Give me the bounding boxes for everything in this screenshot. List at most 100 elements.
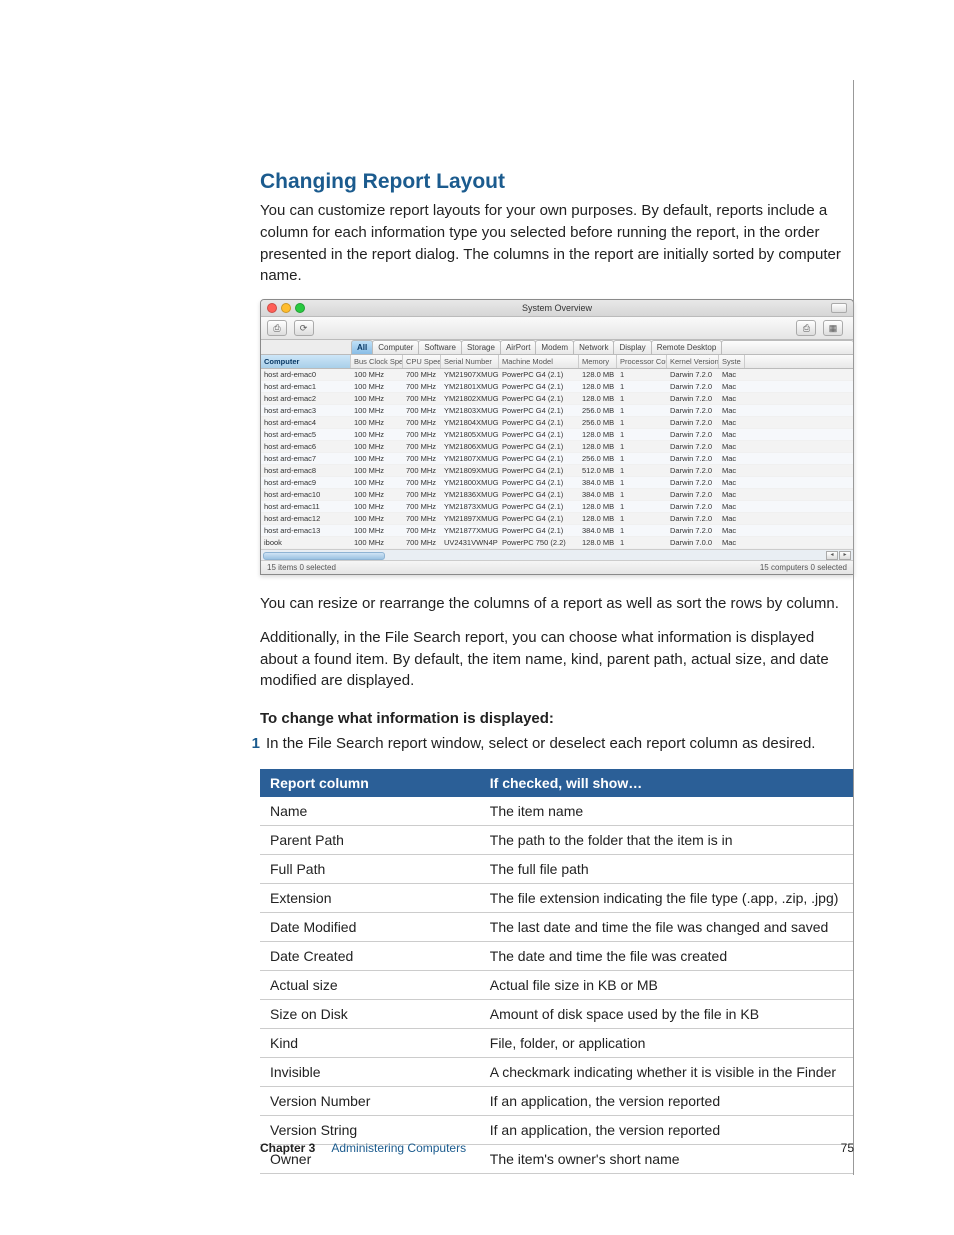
table-row[interactable]: host ard-emac9100 MHz700 MHzYM21800XMUGP… (261, 477, 853, 489)
tab-all[interactable]: All (351, 340, 373, 354)
tab-modem[interactable]: Modem (535, 340, 574, 354)
table-cell: PowerPC 750 (2.2) (499, 537, 579, 548)
table-cell: 128.0 MB (579, 441, 617, 452)
table-cell: 700 MHz (403, 405, 441, 416)
table-cell: host ard-emac8 (261, 465, 351, 476)
defs-col-desc: A checkmark indicating whether it is vis… (480, 1057, 854, 1086)
table-cell: PowerPC G4 (2.1) (499, 453, 579, 464)
column-processor-count[interactable]: Processor Count (617, 355, 667, 368)
table-cell: Mac (719, 393, 745, 404)
table-row[interactable]: host ard-emac4100 MHz700 MHzYM21804XMUGP… (261, 417, 853, 429)
table-cell: 128.0 MB (579, 429, 617, 440)
table-cell: Mac (719, 405, 745, 416)
table-row[interactable]: host ard-emac6100 MHz700 MHzYM21806XMUGP… (261, 441, 853, 453)
table-cell: YM21805XMUG (441, 429, 499, 440)
table-cell: 384.0 MB (579, 525, 617, 536)
column-bus-clock-speed[interactable]: Bus Clock Speed (351, 355, 403, 368)
column-cpu-speed[interactable]: CPU Speed (403, 355, 441, 368)
table-cell: 100 MHz (351, 429, 403, 440)
tab-display[interactable]: Display (613, 340, 651, 354)
table-cell: Mac (719, 477, 745, 488)
table-row[interactable]: host ard-emac2100 MHz700 MHzYM21802XMUGP… (261, 393, 853, 405)
action-button[interactable]: ▦ (823, 320, 843, 336)
table-row[interactable]: host ard-emac13100 MHz700 MHzYM21877XMUG… (261, 525, 853, 537)
table-cell: YM21804XMUG (441, 417, 499, 428)
refresh-button[interactable]: ⟳ (294, 320, 314, 336)
table-row[interactable]: host ard-emac3100 MHz700 MHzYM21803XMUGP… (261, 405, 853, 417)
table-cell: 700 MHz (403, 525, 441, 536)
tab-computer[interactable]: Computer (372, 340, 419, 354)
status-right: 15 computers 0 selected (760, 563, 847, 572)
defs-col-desc: If an application, the version reported (480, 1086, 854, 1115)
defs-col-desc: Amount of disk space used by the file in… (480, 999, 854, 1028)
table-cell: PowerPC G4 (2.1) (499, 513, 579, 524)
table-cell: 700 MHz (403, 465, 441, 476)
table-row[interactable]: host ard-emac11100 MHz700 MHzYM21873XMUG… (261, 501, 853, 513)
print-button[interactable]: ⎙ (796, 320, 816, 336)
table-cell: YM21907XMUG (441, 369, 499, 380)
column-machine-model[interactable]: Machine Model (499, 355, 579, 368)
collapse-button[interactable] (831, 303, 847, 313)
scroll-right-icon[interactable]: ▸ (839, 551, 851, 560)
table-cell: Mac (719, 537, 745, 548)
table-cell: Mac (719, 489, 745, 500)
table-cell: host ard-emac3 (261, 405, 351, 416)
resize-paragraph: You can resize or rearrange the columns … (260, 593, 854, 615)
table-cell: YM21873XMUG (441, 501, 499, 512)
document-page: Changing Report Layout You can customize… (0, 0, 954, 1235)
table-cell: PowerPC G4 (2.1) (499, 441, 579, 452)
table-cell: Mac (719, 501, 745, 512)
tab-storage[interactable]: Storage (461, 340, 501, 354)
header-if-checked: If checked, will show… (480, 769, 854, 797)
table-cell: YM21803XMUG (441, 405, 499, 416)
column-kernel-version[interactable]: Kernel Version (667, 355, 719, 368)
table-cell: 1 (617, 441, 667, 452)
zoom-icon[interactable] (295, 303, 305, 313)
table-row[interactable]: host ard-emac7100 MHz700 MHzYM21807XMUGP… (261, 453, 853, 465)
table-cell: PowerPC G4 (2.1) (499, 393, 579, 404)
table-row: Full PathThe full file path (260, 854, 854, 883)
tab-network[interactable]: Network (573, 340, 614, 354)
filesearch-paragraph: Additionally, in the File Search report,… (260, 627, 854, 692)
scroll-left-icon[interactable]: ◂ (826, 551, 838, 560)
table-row[interactable]: host ard-emac12100 MHz700 MHzYM21897XMUG… (261, 513, 853, 525)
procedure-heading: To change what information is displayed: (260, 710, 854, 727)
table-row[interactable]: host ard-emac8100 MHz700 MHzYM21809XMUGP… (261, 465, 853, 477)
table-cell: 384.0 MB (579, 477, 617, 488)
table-cell: 1 (617, 537, 667, 548)
page-number: 75 (841, 1141, 854, 1155)
tab-remote-desktop[interactable]: Remote Desktop (651, 340, 723, 354)
table-cell: YM21836XMUG (441, 489, 499, 500)
column-system[interactable]: Syste (719, 355, 745, 368)
chapter-name: Administering Computers (331, 1141, 466, 1155)
column-serial-number[interactable]: Serial Number (441, 355, 499, 368)
column-computer[interactable]: Computer (261, 355, 351, 368)
report-column-table: Report column If checked, will show… Nam… (260, 769, 854, 1174)
table-cell: 1 (617, 453, 667, 464)
tab-airport[interactable]: AirPort (500, 340, 536, 354)
table-cell: YM21877XMUG (441, 525, 499, 536)
intro-paragraph: You can customize report layouts for you… (260, 200, 854, 287)
table-cell: PowerPC G4 (2.1) (499, 465, 579, 476)
table-cell: Darwin 7.2.0 (667, 441, 719, 452)
table-cell: PowerPC G4 (2.1) (499, 501, 579, 512)
table-row[interactable]: host ard-emac1100 MHz700 MHzYM21801XMUGP… (261, 381, 853, 393)
table-row[interactable]: host ard-emac5100 MHz700 MHzYM21805XMUGP… (261, 429, 853, 441)
defs-col-name: Parent Path (260, 825, 480, 854)
close-icon[interactable] (267, 303, 277, 313)
scrollbar-thumb[interactable] (263, 552, 385, 560)
minimize-icon[interactable] (281, 303, 291, 313)
table-cell: 100 MHz (351, 369, 403, 380)
table-cell: 1 (617, 489, 667, 500)
table-cell: PowerPC G4 (2.1) (499, 477, 579, 488)
tab-software[interactable]: Software (418, 340, 462, 354)
export-button[interactable]: ⎙ (267, 320, 287, 336)
table-row[interactable]: ibook100 MHz700 MHzUV2431VWN4PPowerPC 75… (261, 537, 853, 549)
table-row[interactable]: host ard-emac0100 MHz700 MHzYM21907XMUGP… (261, 369, 853, 381)
table-cell: YM21809XMUG (441, 465, 499, 476)
step-number: 1 (242, 733, 266, 755)
column-memory[interactable]: Memory (579, 355, 617, 368)
table-cell: Darwin 7.2.0 (667, 393, 719, 404)
table-row[interactable]: host ard-emac10100 MHz700 MHzYM21836XMUG… (261, 489, 853, 501)
horizontal-scrollbar[interactable]: ◂ ▸ (261, 549, 853, 560)
